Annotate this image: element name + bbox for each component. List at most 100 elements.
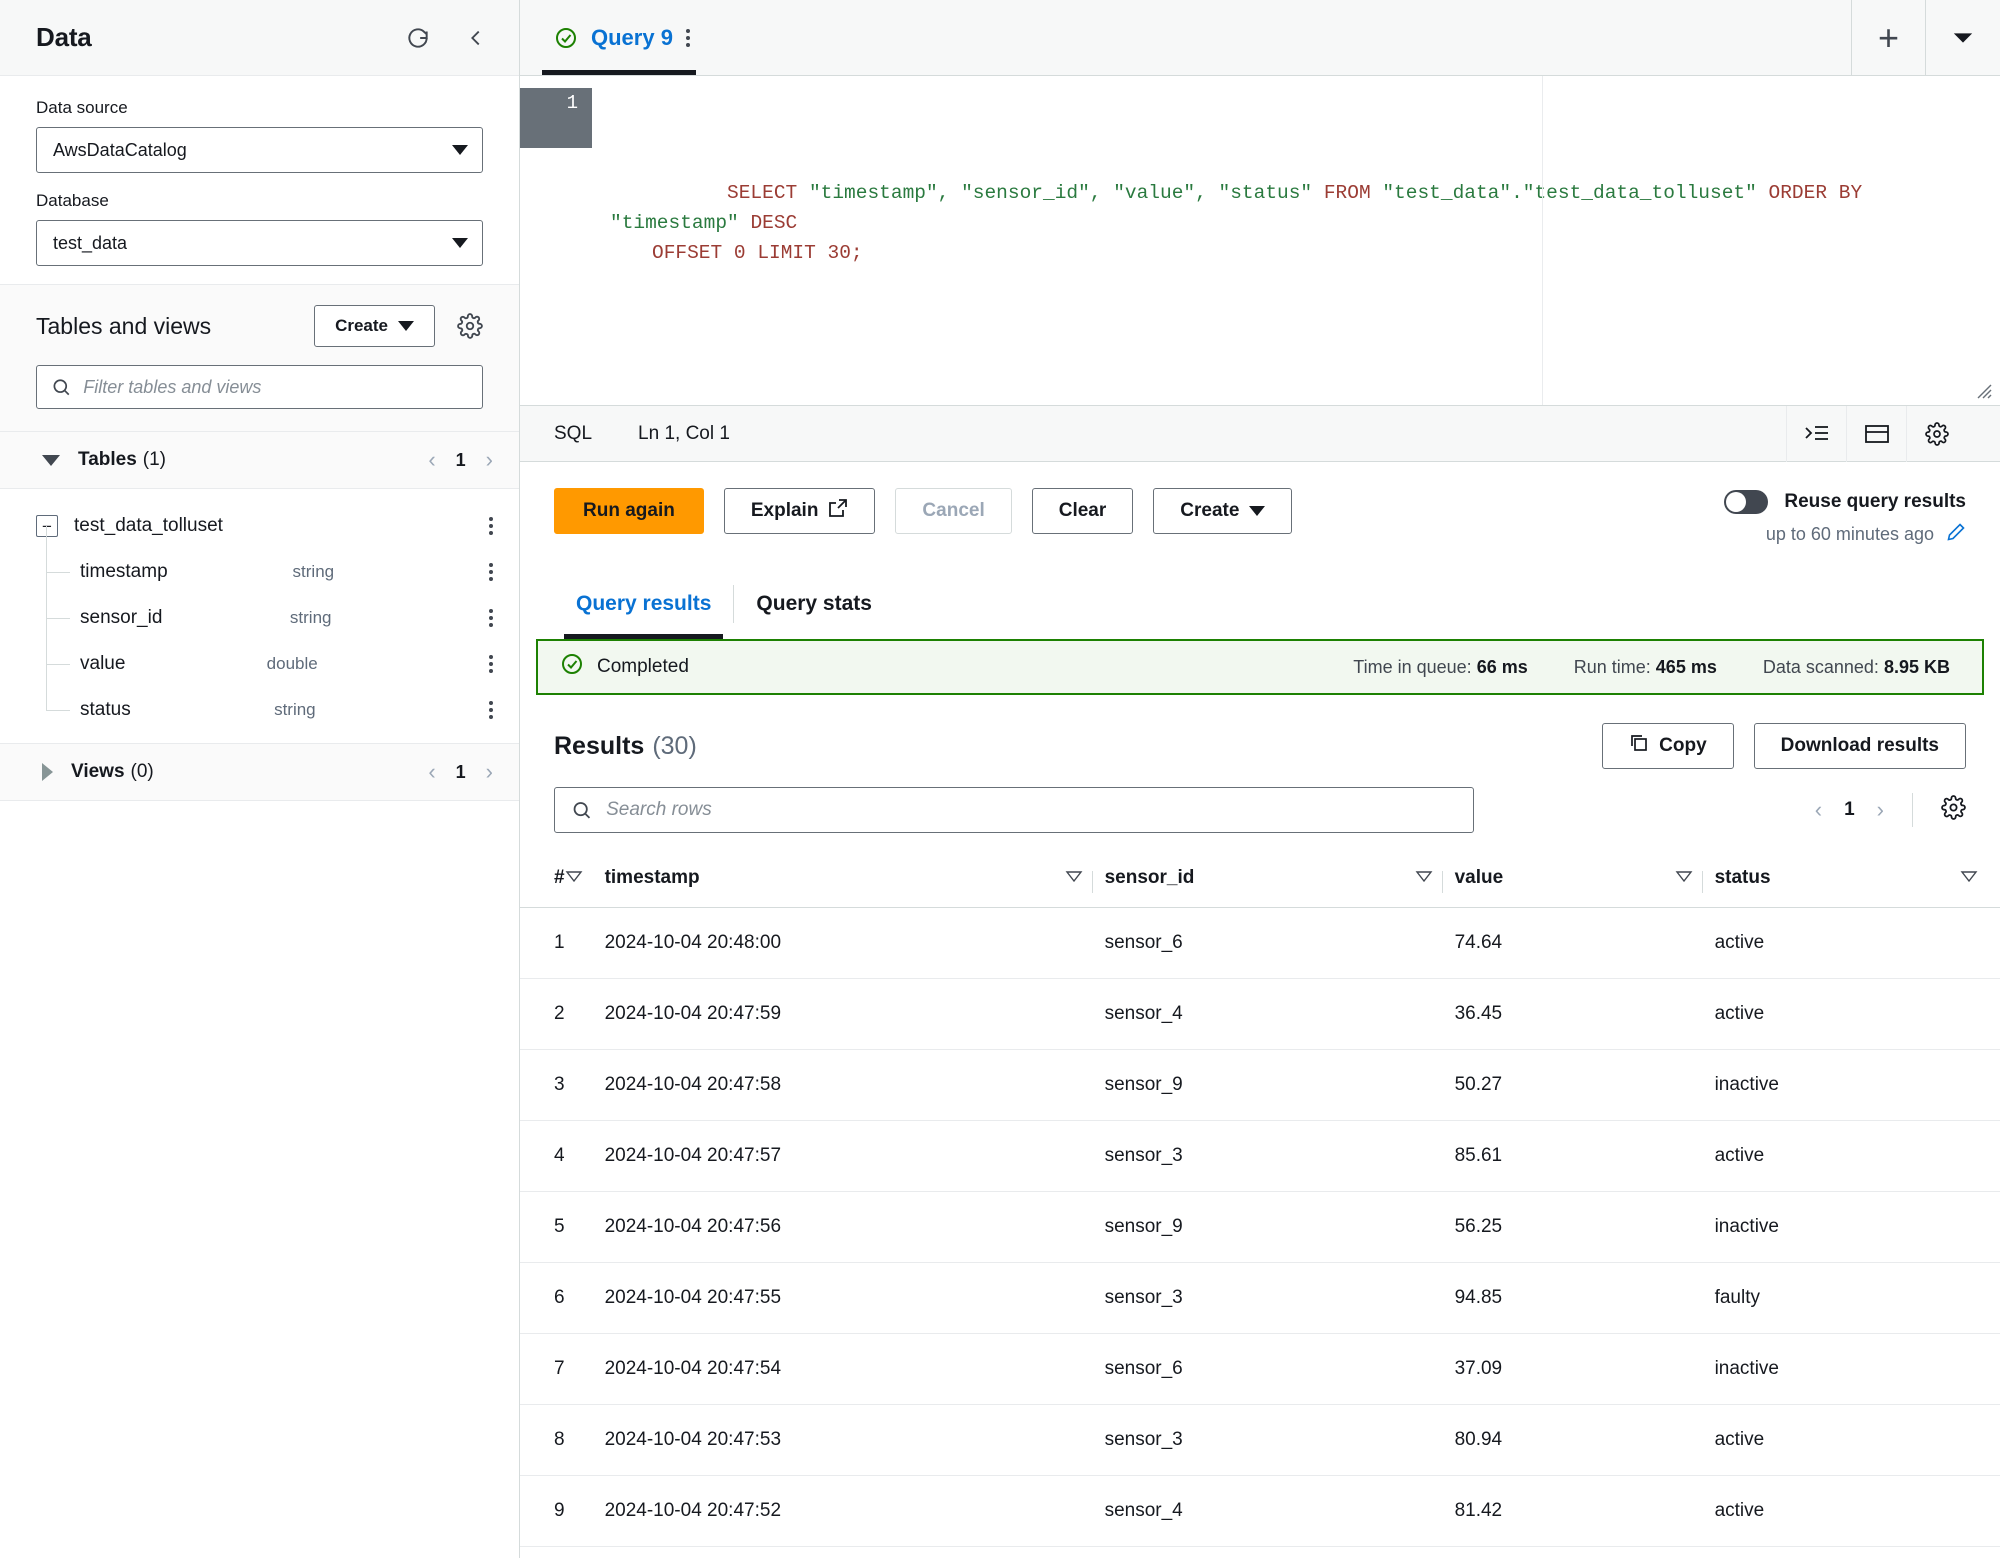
- table-row[interactable]: 8 2024-10-04 20:47:53 sensor_3 80.94 active: [520, 1404, 2000, 1476]
- metric-value-run-time: 465 ms: [1655, 656, 1717, 677]
- cell-sensor-id: sensor_4: [1104, 978, 1455, 1050]
- cell-sensor-id: sensor_4: [1104, 1475, 1455, 1547]
- triangle-right-icon[interactable]: [42, 763, 53, 781]
- reuse-duration-text: up to 60 minutes ago: [1765, 524, 1934, 544]
- pencil-icon[interactable]: [1946, 522, 1966, 547]
- sort-icon[interactable]: [1675, 867, 1715, 889]
- data-source-select[interactable]: AwsDataCatalog: [36, 127, 483, 173]
- tab-query-results[interactable]: Query results: [554, 569, 733, 639]
- sort-icon[interactable]: [1960, 867, 2000, 889]
- table-options-kebab-icon[interactable]: [489, 517, 493, 535]
- tables-group-header[interactable]: Tables (1) ‹ 1 ›: [0, 431, 519, 489]
- explain-button[interactable]: Explain: [723, 488, 876, 534]
- athena-query-editor: Data Data source AwsDataCatalog Database…: [0, 0, 2000, 1558]
- cell-row-number: 6: [520, 1262, 605, 1334]
- search-rows-wrapper[interactable]: [554, 787, 1474, 833]
- editor-code-area[interactable]: SELECT "timestamp", "sensor_id", "value"…: [592, 76, 2000, 405]
- table-row[interactable]: 5 2024-10-04 20:47:56 sensor_9 56.25 inactiv…: [520, 1191, 2000, 1263]
- sql-keyword-order-by: ORDER BY: [1768, 182, 1863, 204]
- sql-editor[interactable]: 1 SELECT "timestamp", "sensor_id", "valu…: [520, 76, 2000, 406]
- editor-resize-handle[interactable]: [1972, 379, 1992, 399]
- triangle-down-icon[interactable]: [42, 454, 60, 466]
- column-row[interactable]: timestamp string: [0, 526, 519, 595]
- tables-next-page-icon[interactable]: ›: [486, 447, 493, 473]
- filter-tables-input[interactable]: [83, 376, 468, 398]
- chevron-left-icon[interactable]: [459, 21, 493, 55]
- cell-value: 37.09: [1454, 1333, 1715, 1405]
- table-row[interactable]: 7 2024-10-04 20:47:54 sensor_6 37.09 inactiv…: [520, 1333, 2000, 1405]
- sql-columns: "timestamp", "sensor_id", "value", "stat…: [797, 182, 1324, 204]
- tables-settings-gear-icon[interactable]: [457, 313, 483, 339]
- sort-icon[interactable]: [1065, 867, 1105, 889]
- table-row[interactable]: 3 2024-10-04 20:47:58 sensor_9 50.27 inactiv…: [520, 1049, 2000, 1121]
- results-prev-page-icon[interactable]: ‹: [1815, 797, 1822, 823]
- editor-status-actions: [1786, 405, 1966, 462]
- views-group-count: (0): [130, 761, 154, 782]
- column-name: sensor_id: [80, 607, 163, 628]
- table-row[interactable]: 9 2024-10-04 20:47:52 sensor_4 81.42 active: [520, 1475, 2000, 1547]
- table-row[interactable]: 4 2024-10-04 20:47:57 sensor_3 85.61 active: [520, 1120, 2000, 1192]
- cell-sensor-id: sensor_6: [1104, 907, 1455, 979]
- create-button-label: Create: [335, 316, 388, 335]
- views-next-page-icon[interactable]: ›: [486, 759, 493, 785]
- create-query-button[interactable]: Create: [1153, 488, 1293, 534]
- tab-list-dropdown-icon[interactable]: [1926, 0, 2000, 76]
- results-next-page-icon[interactable]: ›: [1877, 797, 1884, 823]
- table-row[interactable]: 2 2024-10-04 20:47:59 sensor_4 36.45 active: [520, 978, 2000, 1050]
- column-header-num[interactable]: #: [520, 855, 605, 908]
- panel-icon[interactable]: [1846, 405, 1906, 462]
- tables-page-number: 1: [455, 449, 466, 470]
- reuse-query-results-toggle[interactable]: [1724, 490, 1769, 514]
- column-type: double: [266, 654, 318, 673]
- column-options-kebab-icon[interactable]: [489, 563, 493, 581]
- search-rows-input[interactable]: [606, 799, 1457, 821]
- results-settings-gear-icon[interactable]: [1941, 795, 1966, 825]
- column-options-kebab-icon[interactable]: [489, 609, 493, 627]
- collapse-table-icon[interactable]: −: [36, 515, 58, 537]
- create-table-button[interactable]: Create: [314, 305, 435, 347]
- column-header-status[interactable]: status: [1714, 855, 2000, 908]
- filter-tables-input-wrapper[interactable]: [36, 365, 483, 409]
- column-options-kebab-icon[interactable]: [489, 701, 493, 719]
- tables-prev-page-icon[interactable]: ‹: [428, 447, 435, 473]
- run-again-button[interactable]: Run again: [554, 488, 704, 534]
- tree-connector: [36, 664, 80, 733]
- cell-value: 85.61: [1454, 1120, 1715, 1192]
- column-row[interactable]: sensor_id string: [0, 572, 519, 641]
- column-options-kebab-icon[interactable]: [488, 655, 493, 673]
- cell-sensor-id: sensor_3: [1104, 1120, 1455, 1192]
- table-row[interactable]: 6 2024-10-04 20:47:55 sensor_3 94.85 faulty: [520, 1262, 2000, 1334]
- database-select[interactable]: test_data: [36, 220, 483, 266]
- sort-icon[interactable]: [1415, 867, 1455, 889]
- sort-icon[interactable]: [565, 867, 605, 889]
- editor-status-bar: SQL Ln 1, Col 1: [520, 405, 2000, 462]
- views-prev-page-icon[interactable]: ‹: [428, 759, 435, 785]
- refresh-icon[interactable]: [401, 21, 435, 55]
- table-row[interactable]: 1 2024-10-04 20:48:00 sensor_6 74.64 active: [520, 907, 2000, 979]
- gear-icon[interactable]: [1906, 405, 1966, 462]
- tab-query-stats[interactable]: Query stats: [734, 569, 894, 639]
- views-group-header[interactable]: Views (0) ‹ 1 ›: [0, 743, 519, 801]
- column-header-label: timestamp: [604, 867, 700, 888]
- tab-options-kebab-icon[interactable]: [685, 28, 690, 47]
- copy-button[interactable]: Copy: [1602, 723, 1734, 769]
- download-results-button[interactable]: Download results: [1753, 723, 1966, 769]
- reuse-query-results-group: Reuse query results up to 60 minutes ago: [1724, 488, 1966, 547]
- metric-value-data-scanned: 8.95 KB: [1883, 656, 1950, 677]
- format-icon[interactable]: [1786, 405, 1846, 462]
- tables-and-views-section: Tables and views Create: [0, 284, 519, 431]
- column-row[interactable]: value double: [0, 618, 519, 687]
- sidebar-header-actions: [401, 21, 493, 55]
- tree-connector: [36, 572, 80, 641]
- tab-query-9[interactable]: Query 9: [520, 0, 714, 75]
- chevron-down-icon: [452, 238, 468, 248]
- query-tab-bar: Query 9 +: [520, 0, 2000, 76]
- column-header-sensor-id[interactable]: sensor_id: [1104, 855, 1455, 908]
- column-header-timestamp[interactable]: timestamp: [604, 855, 1105, 908]
- column-header-value[interactable]: value: [1454, 855, 1715, 908]
- table-node[interactable]: − test_data_tolluset: [0, 503, 519, 549]
- new-query-tab-button[interactable]: +: [1852, 0, 1926, 76]
- clear-button[interactable]: Clear: [1031, 488, 1134, 534]
- chevron-down-icon: [452, 145, 468, 155]
- column-row[interactable]: status string: [0, 664, 519, 733]
